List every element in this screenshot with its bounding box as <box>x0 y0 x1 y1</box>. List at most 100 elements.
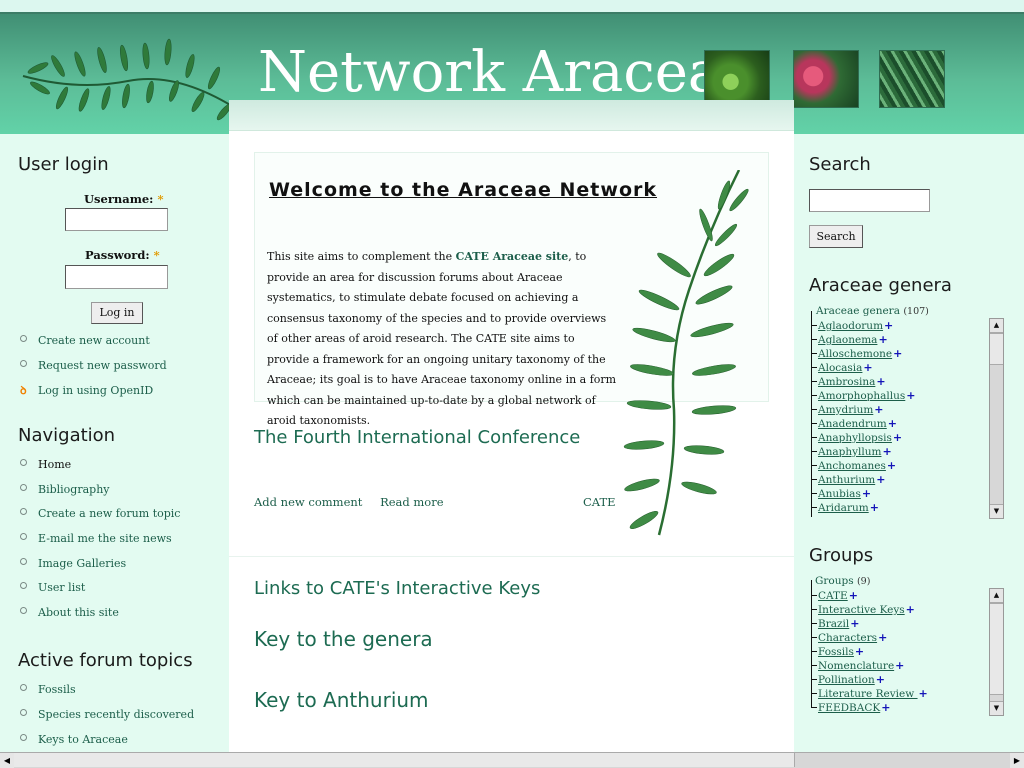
genus-name: Alocasia <box>818 362 863 374</box>
key-to-anthurium-title[interactable]: Key to Anthurium <box>254 688 429 712</box>
nav-item-bibliography[interactable]: Bibliography <box>20 483 110 496</box>
expand-plus-icon[interactable]: + <box>849 589 858 602</box>
group-item[interactable]: Literature Review + <box>812 687 928 700</box>
search-button[interactable]: Search <box>809 225 863 248</box>
group-item[interactable]: Brazil+ <box>812 617 859 630</box>
key-to-genera-title[interactable]: Key to the genera <box>254 627 433 651</box>
expand-plus-icon[interactable]: + <box>906 389 915 402</box>
genus-item[interactable]: Anubias+ <box>812 487 871 500</box>
expand-plus-icon[interactable]: + <box>919 687 928 700</box>
expand-plus-icon[interactable]: + <box>862 487 871 500</box>
welcome-title: Welcome to the Araceae Network <box>269 179 658 201</box>
scroll-left-arrow-icon[interactable]: ◀ <box>0 753 14 768</box>
expand-plus-icon[interactable]: + <box>882 445 891 458</box>
genus-item[interactable]: Aglaodorum+ <box>812 319 893 332</box>
expand-plus-icon[interactable]: + <box>876 473 885 486</box>
genus-name: Aridarum <box>818 502 869 514</box>
nav-item-home[interactable]: Home <box>20 458 71 471</box>
forum-topic-fossils[interactable]: Fossils <box>20 683 76 696</box>
group-name: Literature Review <box>818 688 918 700</box>
expand-plus-icon[interactable]: + <box>855 645 864 658</box>
groups-scrollbar[interactable]: ▲ ▼ <box>989 588 1004 716</box>
genus-item[interactable]: Anaphyllopsis+ <box>812 431 902 444</box>
nav-item-about[interactable]: About this site <box>20 606 119 619</box>
nav-item-user-list[interactable]: User list <box>20 581 85 594</box>
genus-item[interactable]: Amydrium+ <box>812 403 884 416</box>
add-new-comment-link[interactable]: Add new comment <box>254 495 362 509</box>
bullet-icon <box>20 558 27 565</box>
expand-plus-icon[interactable]: + <box>881 701 890 714</box>
genus-item[interactable]: Anadendrum+ <box>812 417 897 430</box>
forum-topic-species[interactable]: Species recently discovered <box>20 708 194 721</box>
login-button[interactable]: Log in <box>91 302 143 324</box>
group-item[interactable]: Characters+ <box>812 631 887 644</box>
expand-plus-icon[interactable]: + <box>893 431 902 444</box>
site-title[interactable]: Network Araceae <box>258 40 754 105</box>
group-item[interactable]: CATE+ <box>812 589 858 602</box>
conference-title[interactable]: The Fourth International Conference <box>254 427 580 448</box>
expand-plus-icon[interactable]: + <box>884 319 893 332</box>
cate-araceae-link[interactable]: CATE Araceae site <box>456 250 569 263</box>
genus-item[interactable]: Alocasia+ <box>812 361 873 374</box>
expand-plus-icon[interactable]: + <box>863 361 872 374</box>
genera-root-label: Araceae genera <box>816 305 900 317</box>
group-item[interactable]: Pollination+ <box>812 673 885 686</box>
create-account-link[interactable]: Create new account <box>20 334 150 347</box>
expand-plus-icon[interactable]: + <box>876 375 885 388</box>
password-input[interactable] <box>65 265 168 289</box>
content-divider <box>229 556 794 557</box>
request-password-link[interactable]: Request new password <box>20 359 167 372</box>
scroll-up-arrow-icon[interactable]: ▲ <box>990 319 1003 333</box>
genus-item[interactable]: Aglaonema+ <box>812 333 888 346</box>
group-name: Nomenclature <box>818 660 895 672</box>
expand-plus-icon[interactable]: + <box>888 417 897 430</box>
nav-item-image-galleries[interactable]: Image Galleries <box>20 557 126 570</box>
forum-topic-keys[interactable]: Keys to Araceae <box>20 733 128 746</box>
genus-item[interactable]: Anaphyllum+ <box>812 445 892 458</box>
scroll-up-arrow-icon[interactable]: ▲ <box>990 589 1003 603</box>
expand-plus-icon[interactable]: + <box>870 501 879 514</box>
expand-plus-icon[interactable]: + <box>887 459 896 472</box>
genus-item[interactable]: Ambrosina+ <box>812 375 886 388</box>
group-item[interactable]: Nomenclature+ <box>812 659 904 672</box>
nav-item-email-news[interactable]: E-mail me the site news <box>20 532 172 545</box>
openid-login-link[interactable]: ꝺ Log in using OpenID <box>20 383 153 398</box>
keys-section-title[interactable]: Links to CATE's Interactive Keys <box>254 578 540 599</box>
group-item[interactable]: FEEDBACK+ <box>812 701 890 714</box>
page-horizontal-scrollbar[interactable]: ◀ ▶ <box>0 752 1024 768</box>
scroll-down-arrow-icon[interactable]: ▼ <box>990 701 1003 715</box>
expand-plus-icon[interactable]: + <box>874 403 883 416</box>
scroll-thumb[interactable] <box>990 603 1003 695</box>
scroll-right-arrow-icon[interactable]: ▶ <box>1010 753 1024 768</box>
genus-item[interactable]: Anthurium+ <box>812 473 885 486</box>
expand-plus-icon[interactable]: + <box>878 631 887 644</box>
genus-item[interactable]: Alloschemone+ <box>812 347 902 360</box>
horizontal-scroll-thumb[interactable] <box>14 753 795 767</box>
genus-item[interactable]: Aridarum+ <box>812 501 879 514</box>
nav-item-new-forum-topic[interactable]: Create a new forum topic <box>20 507 180 520</box>
search-input[interactable] <box>809 189 930 212</box>
expand-plus-icon[interactable]: + <box>893 347 902 360</box>
group-name: Characters <box>818 632 878 644</box>
genera-scrollbar[interactable]: ▲ ▼ <box>989 318 1004 519</box>
genera-tree-root[interactable]: Araceae genera (107) <box>816 305 929 317</box>
genus-item[interactable]: Amorphophallus+ <box>812 389 916 402</box>
expand-plus-icon[interactable]: + <box>850 617 859 630</box>
scroll-down-arrow-icon[interactable]: ▼ <box>990 504 1003 518</box>
genus-item[interactable]: Anchomanes+ <box>812 459 896 472</box>
bullet-icon <box>20 360 27 367</box>
read-more-link[interactable]: Read more <box>380 495 443 509</box>
expand-plus-icon[interactable]: + <box>878 333 887 346</box>
expand-plus-icon[interactable]: + <box>895 659 904 672</box>
groups-tree-root[interactable]: Groups (9) <box>815 575 870 587</box>
expand-plus-icon[interactable]: + <box>876 673 885 686</box>
genera-heading: Araceae genera <box>809 275 952 296</box>
scroll-thumb[interactable] <box>990 333 1003 365</box>
genus-name: Anadendrum <box>818 418 887 430</box>
genus-name: Amydrium <box>818 404 874 416</box>
group-item[interactable]: Interactive Keys+ <box>812 603 915 616</box>
username-input[interactable] <box>65 208 168 231</box>
group-item[interactable]: Fossils+ <box>812 645 864 658</box>
expand-plus-icon[interactable]: + <box>906 603 915 616</box>
cate-link[interactable]: CATE <box>583 495 616 509</box>
